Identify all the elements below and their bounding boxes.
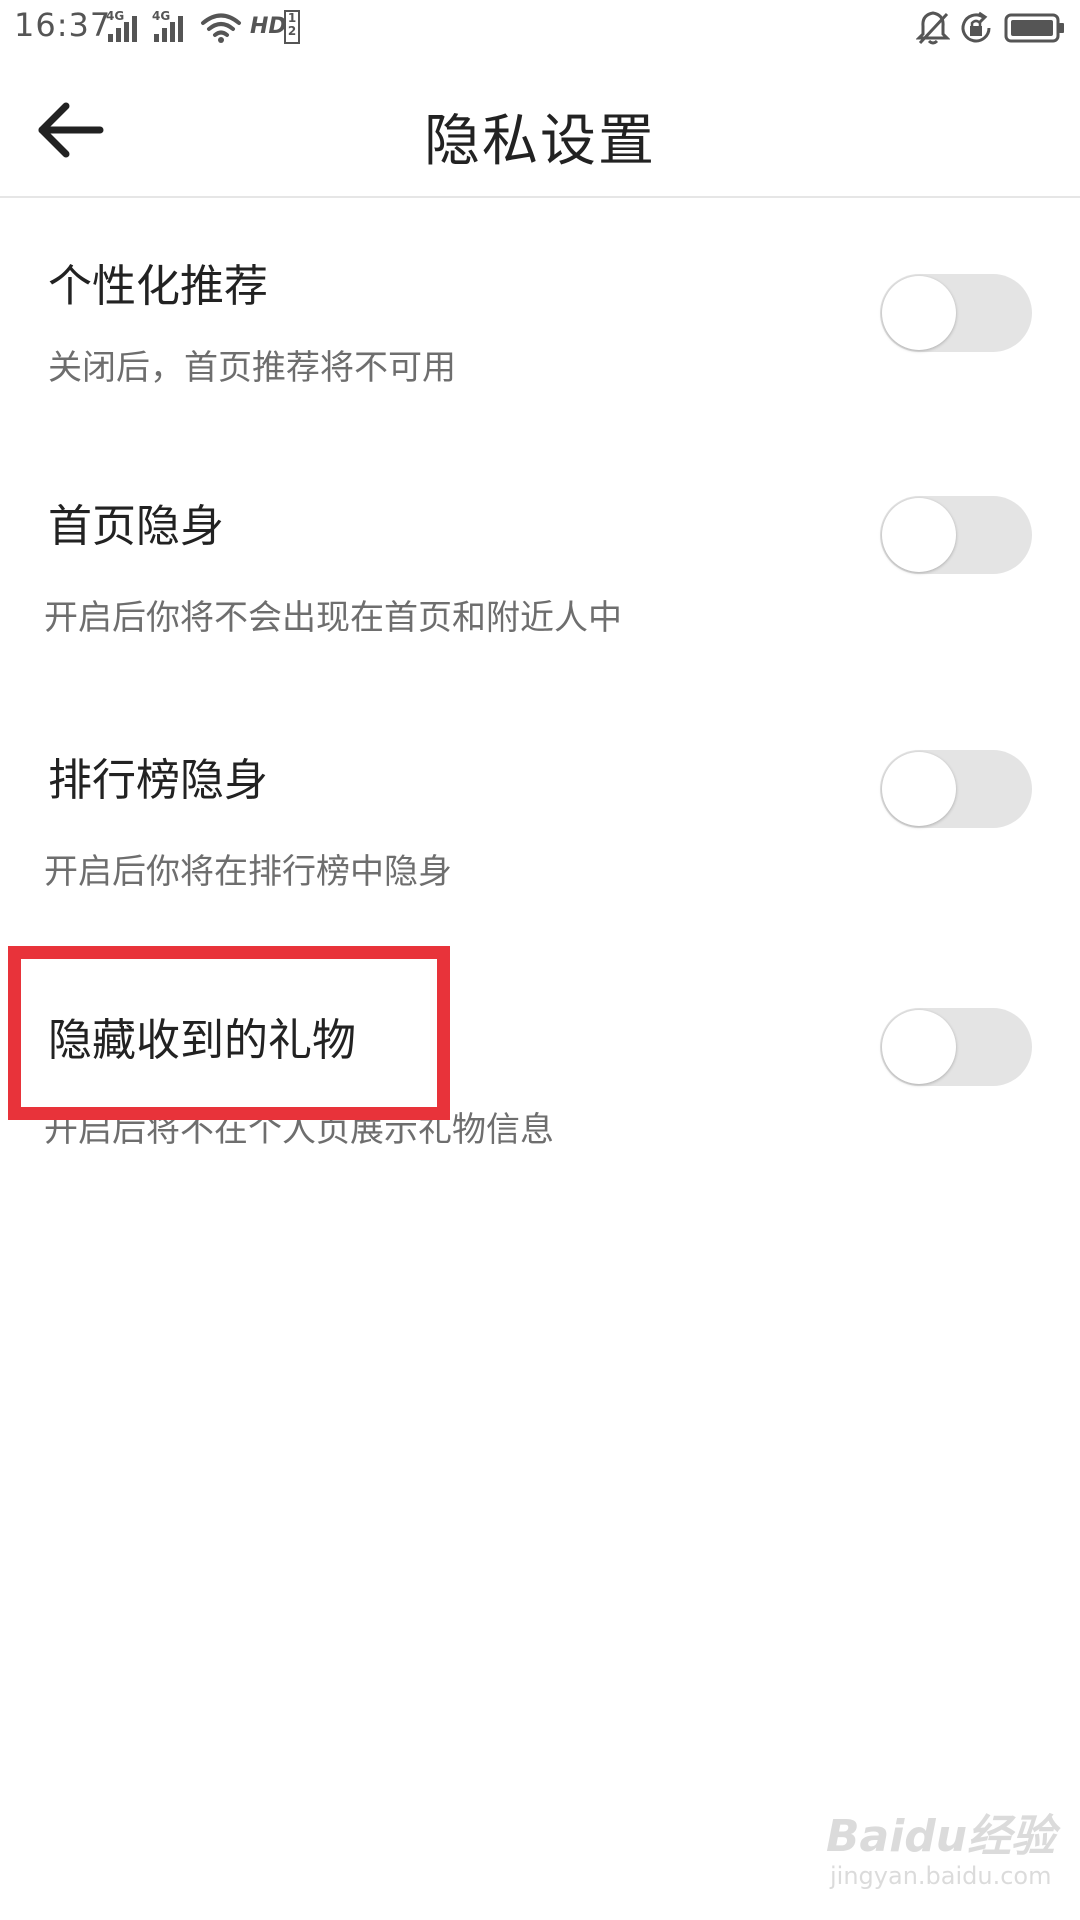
watermark-logo: Baidu经验 [826,1811,1056,1862]
status-time: 16:37 [14,6,112,44]
setting-home-invisible: 首页隐身 开启后你将不会出现在首页和附近人中 [0,460,1080,690]
setting-title: 首页隐身 [48,501,224,552]
signal-4g-icon: 4G [106,10,146,42]
setting-title: 个性化推荐 [48,261,268,312]
status-bar: 16:37 4G 4G HD 12 [0,0,1080,56]
setting-description: 开启后你将不会出现在首页和附近人中 [44,598,622,638]
watermark-url: jingyan.baidu.com [830,1862,1052,1890]
toggle-knob [882,1010,956,1084]
signal-tag: 4G [152,9,171,23]
toggle-knob [882,276,956,350]
personalized-recommend-toggle[interactable] [880,274,1032,352]
highlight-annotation [8,946,450,1120]
app-bar: 隐私设置 [0,56,1080,198]
bell-off-icon [916,11,950,45]
signal-4g-icon: 4G [152,10,192,42]
setting-title: 排行榜隐身 [48,755,268,806]
toggle-knob [882,752,956,826]
rotation-lock-icon [961,11,991,43]
wifi-icon [201,13,241,43]
setting-description: 关闭后，首页推荐将不可用 [48,348,456,388]
setting-leaderboard-invisible: 排行榜隐身 开启后你将在排行榜中隐身 [0,714,1080,944]
toggle-knob [882,498,956,572]
page-title: 隐私设置 [424,109,656,174]
hide-received-gifts-toggle[interactable] [880,1008,1032,1086]
leaderboard-invisible-toggle[interactable] [880,750,1032,828]
setting-personalized-recommend: 个性化推荐 关闭后，首页推荐将不可用 [0,198,1080,428]
battery-icon [1004,13,1064,43]
setting-description: 开启后你将在排行榜中隐身 [44,852,452,892]
baidu-watermark: Baidu经验 jingyan.baidu.com [826,1800,1066,1910]
signal-tag: 4G [106,9,125,23]
home-invisible-toggle[interactable] [880,496,1032,574]
privacy-settings-screen: 16:37 4G 4G HD 12 隐私设置 个性化推荐 关闭后，首页推荐将不可… [0,0,1080,1920]
